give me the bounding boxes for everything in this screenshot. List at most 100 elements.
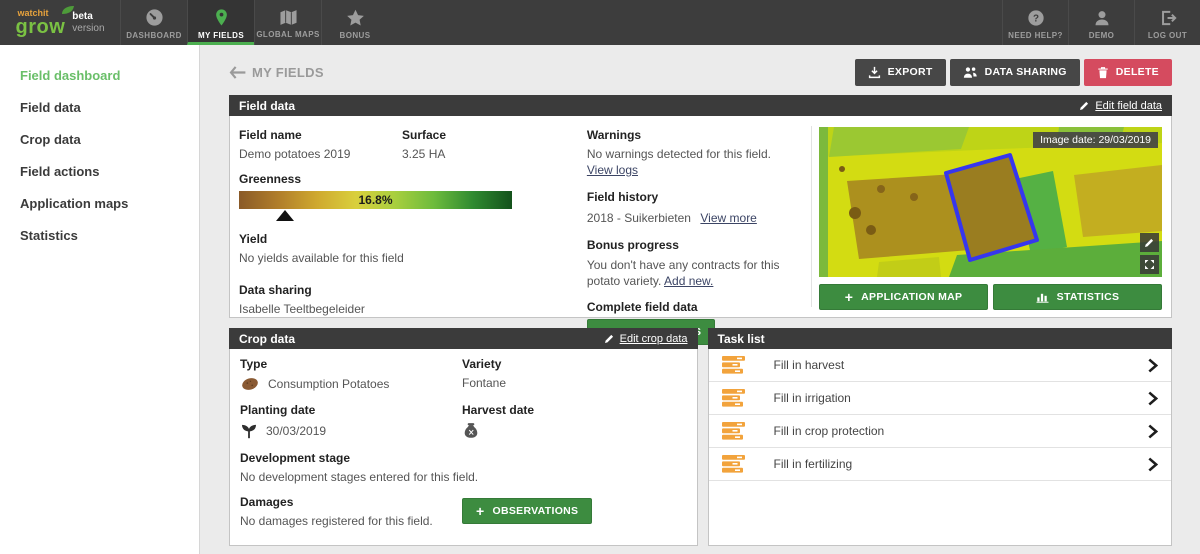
edit-field-shape-button[interactable] [1140,233,1159,252]
greenness-gauge: 16.8% [239,191,512,221]
task-list-icon [721,356,748,374]
image-action-buttons: + APPLICATION MAP STATISTICS [819,284,1162,310]
edit-crop-data-link[interactable]: Edit crop data [604,333,688,345]
image-date-badge: Image date: 29/03/2019 [1033,132,1158,148]
sidebar-item-field-data[interactable]: Field data [20,97,199,119]
data-sharing-label: Data sharing [239,283,312,297]
chevron-right-icon [1147,358,1158,373]
task-list-icon [721,455,748,473]
field-history-value: 2018 - Suikerbieten [586,211,691,225]
sidebar-item-crop-data[interactable]: Crop data [20,129,199,151]
greenness-gradient-bar: 16.8% [239,191,512,209]
sidebar-item-statistics[interactable]: Statistics [20,225,199,247]
observations-button[interactable]: + OBSERVATIONS [462,498,593,524]
pencil-icon [1144,237,1155,248]
fullscreen-icon [1144,259,1155,270]
fullscreen-button[interactable] [1140,255,1159,274]
nav-need-help[interactable]: ? NEED HELP? [1002,0,1068,45]
nav-global-maps[interactable]: GLOBAL MAPS [254,0,321,45]
logout-icon [1159,9,1177,27]
field-data-left-column: Field name Demo potatoes 2019 Surface 3.… [239,124,581,317]
task-list-panel: Task list Fill in harvest Fill in irriga… [707,328,1172,546]
data-sharing-value: Isabelle Teeltbegeleider [239,302,365,316]
watchitgrow-app: watchit grow beta version DASHBOARD MY F… [0,0,1200,554]
task-row-fill-in-harvest[interactable]: Fill in harvest [708,349,1171,382]
nav-log-out[interactable]: LOG OUT [1134,0,1200,45]
nav-dashboard[interactable]: DASHBOARD [120,0,187,45]
task-label: Fill in fertilizing [773,457,853,471]
crop-type-value: Consumption Potatoes [268,377,390,391]
greenness-label: Greenness [239,172,302,186]
task-list-panel-title: Task list [717,331,765,346]
plus-icon: + [844,289,854,305]
beta-text: beta [72,11,93,22]
nav-user-demo[interactable]: DEMO [1068,0,1134,45]
add-new-contract-link[interactable]: Add new. [664,274,713,288]
edit-field-data-link-label: Edit field data [1095,99,1162,112]
field-data-panel-body: Field name Demo potatoes 2019 Surface 3.… [229,116,1172,346]
edit-field-data-link[interactable]: Edit field data [1079,100,1162,112]
export-button[interactable]: EXPORT [854,58,946,86]
nav-bonus[interactable]: BONUS [321,0,388,45]
delete-button[interactable]: DELETE [1083,58,1172,86]
crop-type-label: Type [240,357,268,371]
variety-value: Fontane [462,376,507,390]
task-row-fill-in-fertilizing[interactable]: Fill in fertilizing [708,448,1171,481]
sidebar-item-field-actions[interactable]: Field actions [20,161,199,183]
leaf-icon [61,5,75,15]
task-row-fill-in-crop-protection[interactable]: Fill in crop protection [708,415,1171,448]
page-toolbar: MY FIELDS EXPORT DATA SHARING DELETE [229,58,1172,86]
planting-date-label: Planting date [240,403,316,417]
bonus-progress-label: Bonus progress [586,238,679,252]
view-more-link[interactable]: View more [700,211,756,225]
left-sidebar: Field dashboard Field data Crop data Fie… [0,45,200,554]
delete-button-label: DELETE [1115,66,1159,78]
sidebar-item-field-dashboard[interactable]: Field dashboard [20,65,199,87]
field-name-value: Demo potatoes 2019 [239,147,351,161]
nav-bonus-label: BONUS [339,30,371,40]
trash-icon [1097,66,1109,79]
svg-text:?: ? [1032,13,1038,24]
data-sharing-button[interactable]: DATA SHARING [949,58,1080,86]
view-logs-link[interactable]: View logs [587,163,638,177]
sidebar-item-application-maps[interactable]: Application maps [20,193,199,215]
field-panel-divider [811,126,812,307]
back-to-my-fields-link[interactable]: MY FIELDS [229,65,324,80]
harvest-date-label: Harvest date [462,403,535,417]
nav-my-fields[interactable]: MY FIELDS [187,0,254,45]
task-list-icon [721,389,748,407]
statistics-button[interactable]: STATISTICS [993,284,1162,310]
chevron-right-icon [1147,391,1158,406]
chevron-right-icon [1147,457,1158,472]
observations-button-label: OBSERVATIONS [492,505,579,517]
pencil-icon [604,333,615,344]
image-tool-buttons [1140,233,1159,274]
brand-wordmark: watchit grow [15,5,75,38]
plus-icon: + [476,503,485,519]
field-data-panel-header: Field data Edit field data [229,95,1172,116]
nav-global-maps-label: GLOBAL MAPS [256,30,320,39]
task-label: Fill in irrigation [773,391,851,405]
brand-grow-text: grow [15,15,66,38]
task-row-fill-in-irrigation[interactable]: Fill in irrigation [708,382,1171,415]
application-map-button[interactable]: + APPLICATION MAP [819,284,988,310]
harvest-sack-icon [462,422,480,440]
damages-value: No damages registered for this field. [240,514,433,528]
yield-label: Yield [239,232,268,246]
gauge-icon [145,8,164,27]
data-sharing-button-label: DATA SHARING [984,66,1067,78]
potato-icon [240,376,260,392]
nav-log-out-label: LOG OUT [1147,30,1188,40]
map-icon [279,9,298,26]
nav-need-help-label: NEED HELP? [1008,30,1063,40]
complete-field-data-label: Complete field data [586,300,698,315]
brand-logo[interactable]: watchit grow beta version [0,0,120,45]
question-circle-icon: ? [1027,9,1045,27]
star-icon [346,9,365,27]
field-ndvi-image[interactable]: Image date: 29/03/2019 [819,127,1162,277]
crop-data-panel-body: Type Consumption Potatoes Variety Fontan… [229,349,698,546]
field-data-panel: Field data Edit field data Field name De… [229,95,1172,346]
task-label: Fill in crop protection [773,424,885,438]
main-content: MY FIELDS EXPORT DATA SHARING DELETE Fie… [201,45,1200,554]
field-data-middle-column: Warnings No warnings detected for this f… [586,124,811,346]
